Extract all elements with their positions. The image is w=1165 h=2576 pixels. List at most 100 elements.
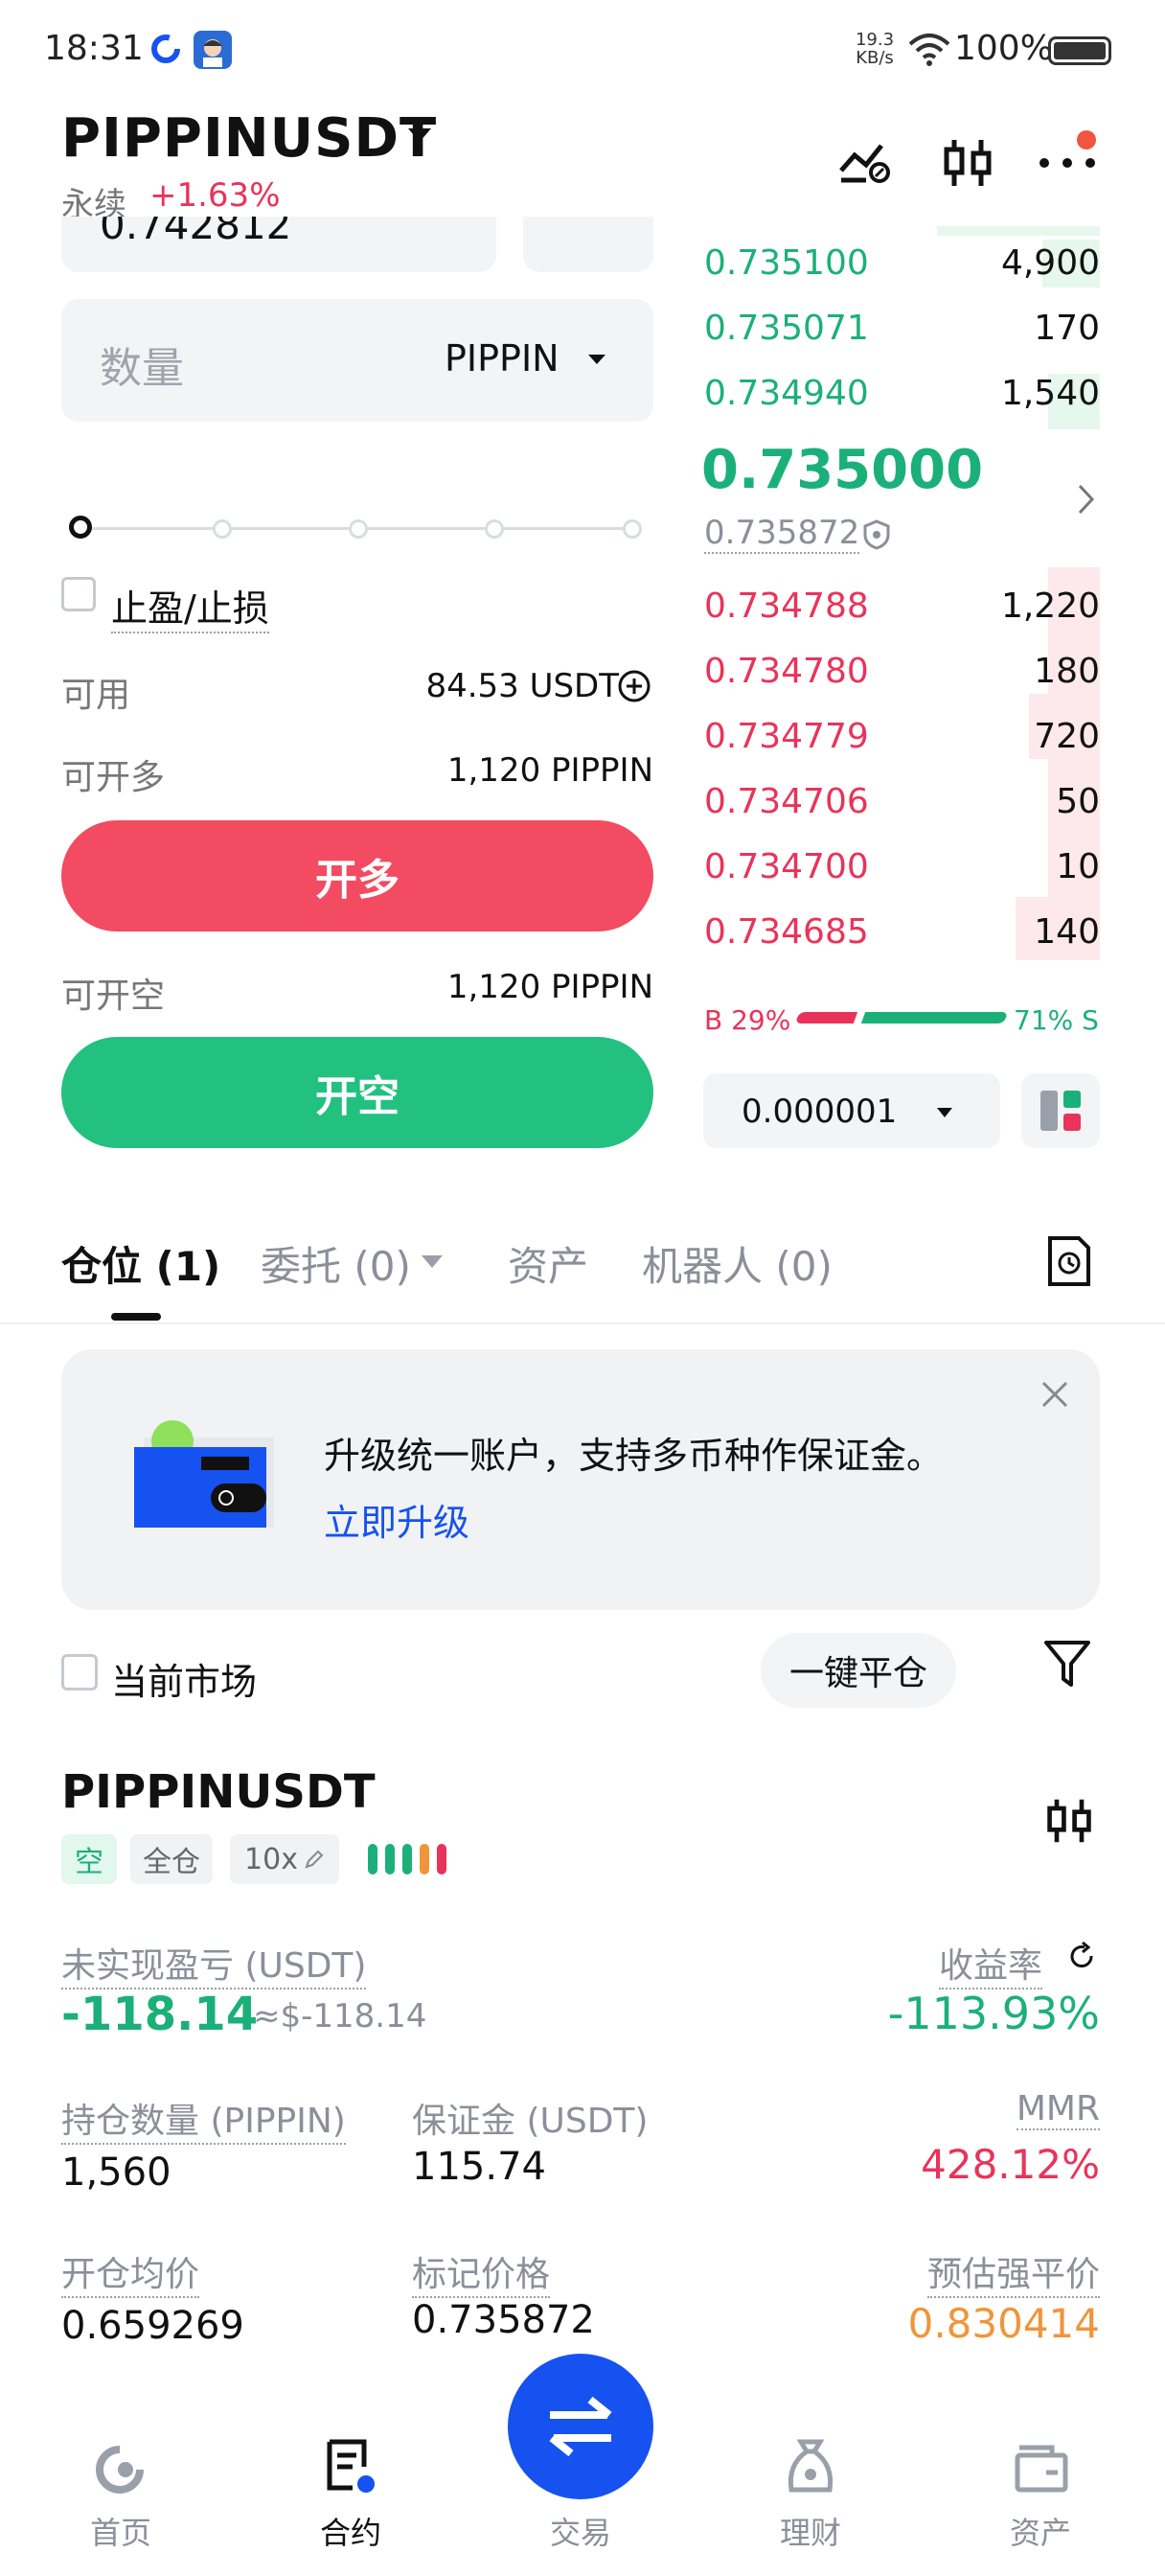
- margin-value: 115.74: [412, 2145, 546, 2189]
- upl-value: -118.14: [61, 1988, 259, 2041]
- precision-select[interactable]: 0.000001: [703, 1073, 1000, 1148]
- roe-label[interactable]: 收益率: [939, 1938, 1043, 1990]
- ask-depth-bar: [937, 226, 1100, 236]
- swap-icon: [549, 2396, 612, 2457]
- tabs-divider: [0, 1322, 1165, 1324]
- mmr-label[interactable]: MMR: [1016, 2089, 1100, 2130]
- risk-bars-icon: [366, 1842, 454, 1880]
- battery-percent: 100%: [954, 29, 1053, 68]
- ask-amount: 4,900: [1000, 243, 1100, 283]
- bid-price[interactable]: 0.734779: [704, 717, 869, 756]
- bid-price[interactable]: 0.734780: [704, 652, 869, 691]
- filter-icon[interactable]: [1042, 1637, 1092, 1694]
- candlestick-icon[interactable]: [941, 136, 994, 194]
- chart-indicator-icon[interactable]: [837, 138, 893, 190]
- nav-home[interactable]: 首页: [54, 2509, 188, 2553]
- upl-usd: ≈$-118.14: [253, 1997, 427, 2036]
- speed-value: 19.3: [855, 30, 895, 50]
- slider-mark[interactable]: [213, 519, 232, 539]
- entry-price-label[interactable]: 开仓均价: [61, 2246, 200, 2298]
- mmr-value: 428.12%: [921, 2141, 1100, 2188]
- slider-handle[interactable]: [69, 516, 92, 539]
- chevron-right-icon[interactable]: [1077, 483, 1096, 519]
- pair-dropdown-icon[interactable]: [406, 126, 433, 150]
- bid-price[interactable]: 0.734685: [704, 912, 869, 952]
- status-time: 18:31: [44, 29, 144, 68]
- mark-price-value: 0.735872: [412, 2298, 595, 2342]
- bid-amount: 140: [1034, 912, 1100, 952]
- banner-text: 升级统一账户，支持多币种作保证金。: [324, 1435, 944, 1477]
- bid-amount: 50: [1056, 782, 1100, 821]
- nav-assets[interactable]: 资产: [973, 2509, 1108, 2553]
- quantity-unit[interactable]: PIPPIN: [445, 337, 560, 380]
- wifi-icon: [906, 29, 952, 71]
- battery-icon: [1048, 36, 1111, 65]
- close-all-button[interactable]: 一键平仓: [761, 1633, 956, 1708]
- upgrade-now-link[interactable]: 立即升级: [324, 1493, 469, 1546]
- can-short-value: 1,120 PIPPIN: [446, 968, 653, 1006]
- order-history-icon[interactable]: [1046, 1234, 1092, 1292]
- current-market-label[interactable]: 当前市场: [111, 1652, 257, 1705]
- slider-mark[interactable]: [485, 519, 504, 539]
- more-menu-icon[interactable]: [1037, 155, 1098, 174]
- liq-price-label[interactable]: 预估强平价: [926, 2246, 1100, 2298]
- unit-dropdown-icon[interactable]: [586, 353, 607, 366]
- edit-icon: [305, 1850, 324, 1869]
- mark-price[interactable]: 0.735872: [704, 514, 860, 554]
- bid-price[interactable]: 0.734788: [704, 586, 869, 626]
- bid-price[interactable]: 0.734700: [704, 847, 869, 886]
- tab-orders[interactable]: 委托 (0): [261, 1234, 411, 1293]
- size-label[interactable]: 持仓数量 (PIPPIN): [61, 2093, 346, 2145]
- tab-positions[interactable]: 仓位 (1): [61, 1234, 220, 1293]
- bid-amount: 180: [1034, 652, 1100, 691]
- ask-price[interactable]: 0.735100: [704, 243, 869, 283]
- can-long-value: 1,120 PIPPIN: [446, 751, 653, 790]
- mark-price-label[interactable]: 标记价格: [412, 2246, 551, 2298]
- slider-mark[interactable]: [349, 519, 368, 539]
- ask-price[interactable]: 0.734940: [704, 374, 869, 413]
- last-price[interactable]: 0.735000: [701, 439, 983, 501]
- transfer-add-icon[interactable]: [617, 669, 651, 707]
- ratio-bar: [794, 1012, 1009, 1024]
- assets-icon[interactable]: [1014, 2440, 1069, 2497]
- leverage-badge[interactable]: 10x: [230, 1834, 339, 1884]
- nav-earn[interactable]: 理财: [743, 2509, 878, 2553]
- side-badge: 空: [61, 1834, 117, 1884]
- quantity-slider[interactable]: [61, 514, 651, 544]
- home-icon[interactable]: [92, 2442, 148, 2501]
- earn-icon[interactable]: [784, 2436, 837, 2499]
- refresh-icon[interactable]: [1065, 1940, 1098, 1976]
- tpsl-label[interactable]: 止盈/止损: [111, 579, 269, 633]
- tpsl-checkbox[interactable]: [61, 577, 96, 611]
- quantity-input[interactable]: 数量 PIPPIN: [61, 299, 653, 422]
- ask-amount: 170: [1034, 309, 1100, 348]
- margin-mode-badge: 全仓: [130, 1834, 213, 1884]
- tab-bots[interactable]: 机器人 (0): [642, 1234, 833, 1293]
- bid-price[interactable]: 0.734706: [704, 782, 869, 821]
- trade-button[interactable]: [508, 2354, 653, 2499]
- tab-assets[interactable]: 资产: [508, 1234, 588, 1293]
- upgrade-banner[interactable]: 升级统一账户，支持多币种作保证金。 立即升级: [61, 1349, 1100, 1610]
- position-symbol[interactable]: PIPPINUSDT: [61, 1765, 376, 1819]
- futures-icon[interactable]: [324, 2438, 377, 2499]
- network-speed: 19.3 KB/s: [853, 31, 897, 67]
- nav-trade[interactable]: 交易: [514, 2509, 648, 2553]
- open-long-button[interactable]: 开多: [61, 820, 653, 932]
- current-market-checkbox[interactable]: [61, 1654, 98, 1690]
- price-input[interactable]: 0.742812: [61, 217, 496, 272]
- open-short-button[interactable]: 开空: [61, 1037, 653, 1148]
- position-chart-icon[interactable]: [1044, 1792, 1094, 1853]
- nav-futures[interactable]: 合约: [284, 2509, 418, 2553]
- close-icon[interactable]: [1040, 1380, 1069, 1409]
- orders-dropdown-icon[interactable]: [420, 1254, 445, 1271]
- price-type-box[interactable]: [523, 217, 653, 272]
- can-short-label: 可开空: [61, 977, 166, 1016]
- upl-label[interactable]: 未实现盈亏 (USDT): [61, 1938, 367, 1990]
- size-value: 1,560: [61, 2150, 171, 2195]
- pair-title[interactable]: PIPPINUSDT: [61, 107, 437, 170]
- slider-mark[interactable]: [623, 519, 642, 539]
- available-label: 可用: [61, 676, 131, 715]
- book-layout-button[interactable]: [1021, 1073, 1100, 1148]
- quantity-placeholder: 数量: [100, 344, 184, 393]
- ask-price[interactable]: 0.735071: [704, 309, 869, 348]
